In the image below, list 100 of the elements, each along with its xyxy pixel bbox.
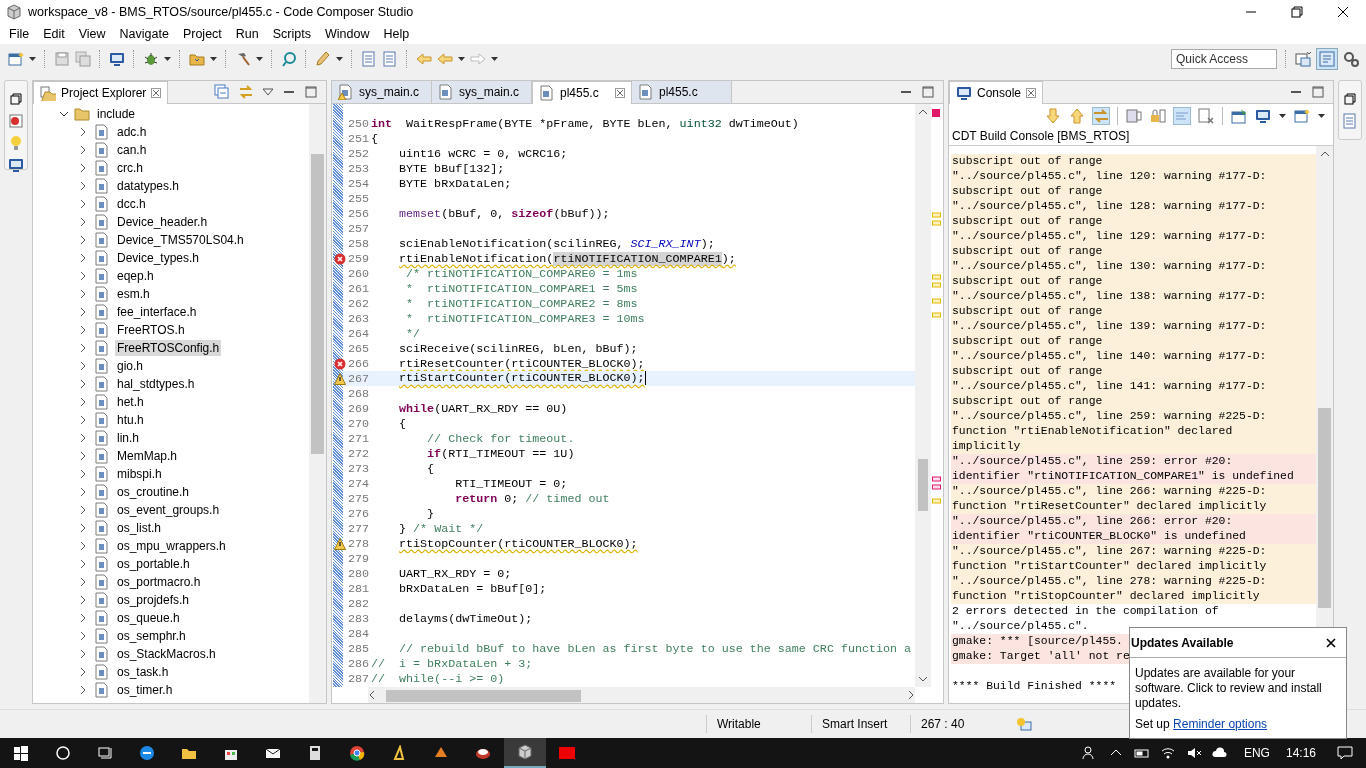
tree-item[interactable]: os_list.h [115, 520, 164, 536]
tree-item[interactable]: can.h [115, 142, 149, 158]
panel-tab[interactable]: Console [949, 81, 1044, 104]
menu-item[interactable]: File [2, 26, 37, 41]
tree-item[interactable]: lin.h [115, 430, 141, 446]
code-line: RTI_TIMEOUT = 0; [454, 476, 568, 491]
line-number: 285 [346, 641, 370, 656]
line-number: 250 [346, 116, 370, 131]
code-line: * rtiNOTIFICATION_COMPARE1 = 5ms [405, 281, 638, 296]
quick-access-field[interactable]: Quick Access [1171, 49, 1277, 69]
line-number: 284 [346, 626, 370, 641]
tree-item[interactable]: htu.h [115, 412, 146, 428]
tree-item[interactable]: os_queue.h [115, 610, 182, 626]
tree-item[interactable]: FreeRTOS.h [115, 322, 187, 338]
console-line: "../source/pl455.c", line 267: warning #225-D: [952, 544, 1267, 559]
line-number: 264 [346, 326, 370, 341]
menu-item[interactable]: Window [317, 26, 377, 41]
line-number: 262 [346, 296, 370, 311]
code-line: delayms(dwTimeOut); [398, 611, 533, 626]
tree-item[interactable]: os_croutine.h [115, 484, 192, 500]
tree-item[interactable]: Device_header.h [115, 214, 210, 230]
tree-item[interactable]: os_mpu_wrappers.h [115, 538, 228, 554]
tree-item[interactable]: os_projdefs.h [115, 592, 192, 608]
tree-item[interactable]: MemMap.h [115, 448, 180, 464]
tree-item[interactable]: os_semphr.h [115, 628, 188, 644]
line-number: 251 [346, 131, 370, 146]
tree-item[interactable]: os_timer.h [115, 682, 175, 698]
menu-item[interactable]: Scripts [265, 26, 318, 41]
tree-item[interactable]: Device_types.h [115, 250, 202, 266]
code-line: BYTE bBuf[132]; [398, 161, 505, 176]
menu-item[interactable]: Help [376, 26, 417, 41]
line-number: 267 [346, 371, 370, 386]
code-line: bRxDataLen = bBuf[0]; [398, 581, 547, 596]
tree-item[interactable]: datatypes.h [115, 178, 182, 194]
language-indicator[interactable]: ENG [1235, 746, 1278, 760]
code-line: { [398, 416, 407, 431]
line-number: 269 [346, 401, 370, 416]
menu-item[interactable]: Run [228, 26, 266, 41]
tree-item[interactable]: os_StackMacros.h [115, 646, 218, 662]
editor-tab[interactable]: sys_main.c [332, 81, 432, 103]
console-line: gmake: *** [source/pl455. [952, 634, 1123, 649]
line-number: 272 [346, 446, 370, 461]
console-line: **** Build Finished **** [952, 679, 1117, 694]
console-line: "../source/pl455.c". [952, 619, 1089, 634]
reminder-options-link[interactable]: Reminder options [1173, 717, 1268, 731]
tree-item[interactable]: hal_stdtypes.h [115, 376, 197, 392]
code-line: return 0; // timed out [454, 491, 610, 506]
editor-tab[interactable]: pl455.c [632, 81, 732, 103]
code-line: if(RTI_TIMEOUT == 1U) [426, 446, 575, 461]
tree-item[interactable]: crc.h [115, 160, 145, 176]
tree-item[interactable]: Device_TMS570LS04.h [115, 232, 246, 248]
tree-item[interactable]: eqep.h [115, 268, 156, 284]
tree-item[interactable]: dcc.h [115, 196, 148, 212]
line-number: 275 [346, 491, 370, 506]
tree-item[interactable]: include [95, 106, 138, 122]
code-line: { [426, 461, 435, 476]
code-line: // rebuild bBuf to have bLen as first byte to use the same CRC function a [398, 641, 912, 656]
code-line: { [371, 131, 378, 146]
menu-item[interactable]: Project [175, 26, 229, 41]
tree-item[interactable]: fee_interface.h [115, 304, 199, 320]
console-line: "../source/pl455.c", line 259: warning #225-D: [952, 409, 1267, 424]
console-line: "../source/pl455.c", line 128: warning #177-D: [952, 199, 1267, 214]
tree-item[interactable]: esm.h [115, 286, 152, 302]
tree-item[interactable]: os_portmacro.h [115, 574, 203, 590]
console-line: "../source/pl455.c", line 129: warning #177-D: [952, 229, 1267, 244]
tree-item[interactable]: adc.h [115, 124, 149, 140]
tree-item[interactable]: os_task.h [115, 664, 171, 680]
tree-item[interactable]: gio.h [115, 358, 146, 374]
popup-title: Updates Available [1131, 635, 1235, 650]
code-line: // i = bRxDataLen + 3; [371, 656, 533, 671]
menu-item[interactable]: Navigate [112, 26, 176, 41]
line-number: 281 [346, 581, 370, 596]
line-number: 276 [346, 506, 370, 521]
code-line: */ [405, 326, 421, 341]
window-title: workspace_v8 - BMS_RTOS/source/pl455.c - Code Composer Studio [28, 4, 414, 19]
editor-tab[interactable]: sys_main.c [432, 81, 532, 103]
line-number: 283 [346, 611, 370, 626]
tree-item[interactable]: os_portable.h [115, 556, 192, 572]
code-line: * rtiNOTIFICATION_COMPARE3 = 10ms [405, 311, 645, 326]
tree-item[interactable]: FreeRTOSConfig.h [115, 340, 222, 356]
line-number: 286 [346, 656, 370, 671]
console-subtitle: CDT Build Console [BMS_RTOS] [949, 128, 1333, 146]
line-number: 273 [346, 461, 370, 476]
clock[interactable]: 14:16 [1277, 746, 1324, 760]
console-line: subscript out of range [952, 394, 1103, 409]
code-line: BYTE bRxDataLen; [398, 176, 512, 191]
code-line: memset(bBuf, 0, sizeof(bBuf)); [398, 206, 610, 221]
menu-item[interactable]: Edit [36, 26, 72, 41]
console-line: subscript out of range [952, 304, 1103, 319]
tree-item[interactable]: os_event_groups.h [115, 502, 222, 518]
panel-tab[interactable]: Project Explorer [33, 81, 169, 104]
editor-tab[interactable]: pl455.c [532, 81, 632, 104]
console-line: "../source/pl455.c", line 130: warning #177-D: [952, 259, 1267, 274]
console-line: function "rtiEnableNotification" declared [952, 424, 1233, 439]
line-number: 265 [346, 341, 370, 356]
code-line: int WaitRespFrame(BYTE *pFrame, BYTE bLen, uint32 dwTimeOut) [371, 116, 799, 131]
tree-item[interactable]: mibspi.h [115, 466, 164, 482]
code-line: rtiStopCounter(rtiCOUNTER_BLOCK0); [398, 536, 638, 551]
tree-item[interactable]: het.h [115, 394, 146, 410]
menu-item[interactable]: View [71, 26, 113, 41]
